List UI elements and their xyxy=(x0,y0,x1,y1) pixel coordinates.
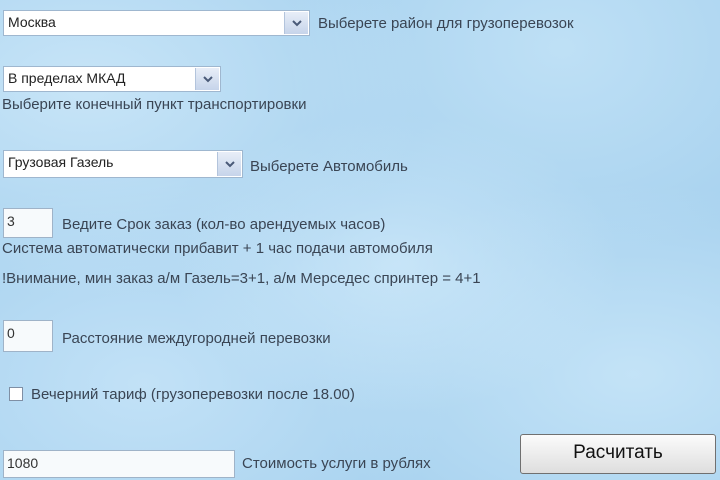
evening-tariff-checkbox[interactable] xyxy=(9,387,23,401)
checkbox-unchecked-icon xyxy=(10,389,22,401)
chevron-down-icon xyxy=(202,75,213,82)
destination-select[interactable]: В пределах МКАД xyxy=(3,66,221,92)
vehicle-select[interactable]: Грузовая Газель xyxy=(3,150,243,178)
vehicle-select-value: Грузовая Газель xyxy=(8,154,114,170)
distance-label: Расстояние междугородней перевозки xyxy=(62,330,331,347)
hours-note-line1: Система автоматически прибавит + 1 час п… xyxy=(2,240,433,257)
cost-output: 1080 xyxy=(3,450,235,478)
destination-select-value: В пределах МКАД xyxy=(8,70,126,86)
cost-label: Стоимость услуги в рублях xyxy=(242,455,431,472)
district-dropdown-button[interactable] xyxy=(284,12,308,34)
chevron-down-icon xyxy=(224,160,235,167)
hours-input[interactable]: 3 xyxy=(3,208,53,238)
distance-input[interactable]: 0 xyxy=(3,320,53,352)
hours-label: Ведите Срок заказ (кол-во арендуемых час… xyxy=(62,216,386,233)
vehicle-dropdown-button[interactable] xyxy=(217,152,241,176)
vehicle-label: Выберете Автомобиль xyxy=(250,158,408,175)
district-label: Выберете район для грузоперевозок xyxy=(318,15,574,32)
chevron-down-icon xyxy=(291,19,302,26)
calculate-button[interactable]: Расчитать xyxy=(520,434,716,474)
hours-note-line2: !Внимание, мин заказ а/м Газель=3+1, а/м… xyxy=(2,270,481,287)
evening-tariff-label: Вечерний тариф (грузоперевозки после 18.… xyxy=(31,386,355,403)
destination-label: Выберите конечный пункт транспортировки xyxy=(2,96,307,113)
district-select[interactable]: Москва xyxy=(3,10,310,36)
district-select-value: Москва xyxy=(8,14,56,30)
destination-dropdown-button[interactable] xyxy=(195,68,219,90)
